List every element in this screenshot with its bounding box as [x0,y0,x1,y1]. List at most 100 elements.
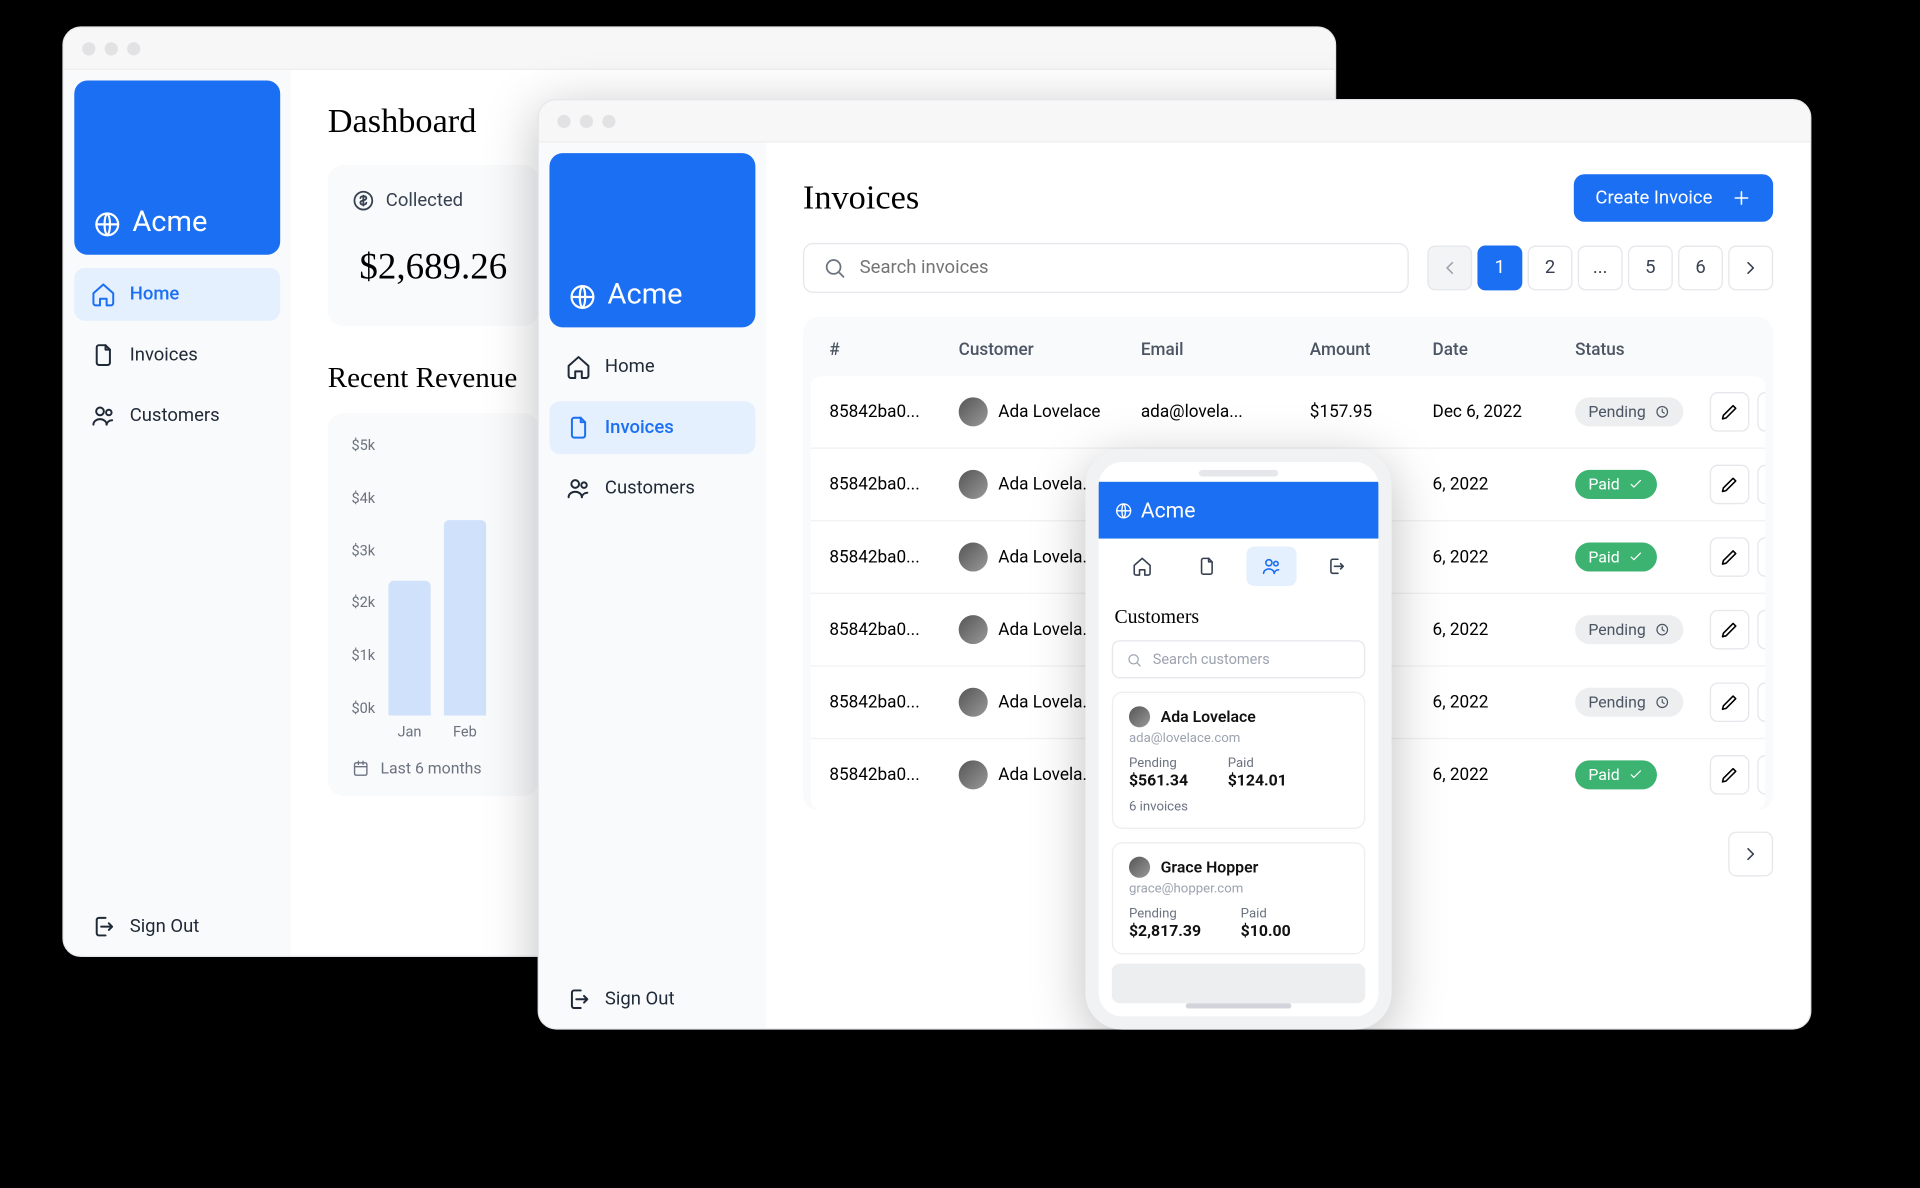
customer-card[interactable]: Ada Lovelaceada@lovelace.comPending$561.… [1112,692,1365,829]
cell-id: 85842ba0... [829,475,948,495]
cell-status: Paid [1575,543,1694,572]
customer-name-row: Ada Lovelace [1129,706,1348,727]
pager-next[interactable] [1728,246,1773,291]
y-tick: $3k [351,542,375,559]
signout-button[interactable]: Sign Out [549,970,755,1028]
cell-status: Paid [1575,470,1694,499]
pager-page[interactable]: 5 [1628,246,1673,291]
traffic-light-icon[interactable] [557,114,570,127]
mobile-nav [1099,539,1379,594]
search-icon [823,256,847,280]
table-row[interactable]: 85842ba0...Ada Lovelaceada@lovela...$157… [811,376,1765,447]
globe-icon [1114,501,1132,519]
delete-button[interactable] [1757,755,1765,795]
collected-card: Collected $2,689.26 [328,165,539,326]
brand-logo[interactable]: Acme [549,153,755,327]
mobile-device: Acme Customers Search customers Ada Love… [1085,449,1391,1030]
sidebar-item-label: Invoices [130,345,198,366]
pager-page[interactable]: 6 [1678,246,1723,291]
home-icon [1131,556,1152,577]
y-tick: $2k [351,595,375,612]
cell-email: ada@lovela... [1141,402,1299,422]
edit-button[interactable] [1710,755,1750,795]
traffic-light-icon[interactable] [82,42,95,55]
col-status: Status [1575,341,1694,361]
pager-page[interactable]: 1 [1477,246,1522,291]
x-tick: Feb [453,723,477,740]
delete-button[interactable] [1757,682,1765,722]
sidebar-item-invoices[interactable]: Invoices [74,329,280,382]
cell-date: 6, 2022 [1433,620,1565,640]
search-input[interactable] [860,257,1389,278]
edit-button[interactable] [1710,465,1750,505]
collected-value: $2,689.26 [351,234,515,303]
cell-id: 85842ba0... [829,547,948,567]
pager-next-bottom[interactable] [1728,832,1773,877]
edit-button[interactable] [1710,610,1750,650]
sidebar-item-customers[interactable]: Customers [549,462,755,515]
calendar-icon [351,759,369,777]
search-input-wrapper[interactable] [803,243,1409,293]
table-header: # Customer Email Amount Date Status [811,325,1765,376]
chart-yaxis: $5k$4k$3k$2k$1k$0k [351,437,375,741]
sidebar: Acme Home Invoices Customers Sign Out [64,70,291,956]
pencil-icon [1719,474,1740,495]
mobile-nav-home[interactable] [1116,546,1166,586]
pager-prev[interactable] [1427,246,1472,291]
customer-card[interactable]: Grace Hoppergrace@hopper.comPending$2,81… [1112,842,1365,954]
brand-logo-mobile[interactable]: Acme [1099,482,1379,539]
sidebar-item-label: Home [130,284,180,305]
sidebar-item-label: Invoices [605,417,674,438]
customer-stats: Pending$2,817.39Paid$10.00 [1129,907,1348,940]
money-icon [351,189,375,213]
revenue-chart: $5k$4k$3k$2k$1k$0k JanFeb Last 6 months [328,413,539,796]
sidebar-item-invoices[interactable]: Invoices [549,401,755,454]
home-indicator [1186,1003,1292,1008]
delete-button[interactable] [1757,392,1765,432]
mobile-nav-signout[interactable] [1310,546,1360,586]
mobile-bottom-bar [1112,964,1365,1004]
cell-customer: Ada Lovelace [959,397,1131,426]
arrow-left-icon [1439,257,1460,278]
users-icon [90,403,116,429]
pager-page[interactable]: 2 [1528,246,1573,291]
invoice-count: 6 invoices [1129,800,1348,815]
create-invoice-button[interactable]: Create Invoice [1574,174,1773,222]
home-icon [90,281,116,307]
col-customer: Customer [959,341,1131,361]
sidebar-item-home[interactable]: Home [549,341,755,394]
traffic-light-icon[interactable] [580,114,593,127]
pager-page[interactable]: ... [1578,246,1623,291]
sidebar-item-customers[interactable]: Customers [74,389,280,442]
delete-button[interactable] [1757,465,1765,505]
avatar [959,397,988,426]
cell-id: 85842ba0... [829,620,948,640]
edit-button[interactable] [1710,682,1750,722]
row-actions [1704,610,1765,650]
mobile-nav-customers[interactable] [1246,546,1296,586]
pencil-icon [1719,546,1740,567]
traffic-light-icon[interactable] [105,42,118,55]
sidebar-item-label: Customers [605,478,695,499]
signout-button[interactable]: Sign Out [74,898,280,956]
customer-stats: Pending$561.34Paid$124.01 [1129,756,1348,789]
traffic-light-icon[interactable] [127,42,140,55]
sidebar-item-home[interactable]: Home [74,268,280,321]
signout-icon [565,986,591,1012]
cell-date: 6, 2022 [1433,692,1565,712]
mobile-nav-invoices[interactable] [1181,546,1231,586]
edit-button[interactable] [1710,537,1750,577]
delete-button[interactable] [1757,537,1765,577]
pencil-icon [1719,619,1740,640]
traffic-light-icon[interactable] [602,114,615,127]
signout-label: Sign Out [605,989,675,1010]
mobile-search[interactable]: Search customers [1112,640,1365,678]
brand-name: Acme [608,279,683,312]
pencil-icon [1719,764,1740,785]
delete-button[interactable] [1757,610,1765,650]
edit-button[interactable] [1710,392,1750,432]
cell-date: Dec 6, 2022 [1433,402,1565,422]
clock-icon [1654,694,1670,710]
x-tick: Jan [398,723,422,740]
brand-logo[interactable]: Acme [74,81,280,255]
